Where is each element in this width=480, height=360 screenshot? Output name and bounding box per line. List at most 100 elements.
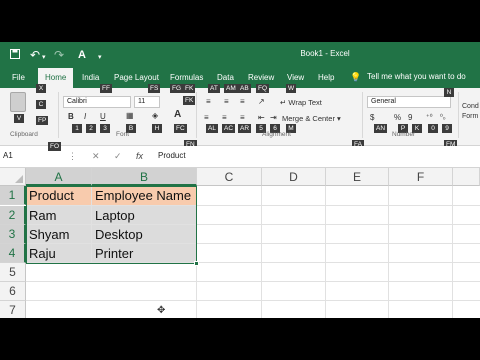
- paste-button[interactable]: [10, 92, 26, 112]
- keytip-italic: 2: [86, 124, 96, 133]
- row-header-1[interactable]: 1: [0, 186, 26, 205]
- cell-b2[interactable]: Laptop: [92, 206, 197, 225]
- align-middle-icon[interactable]: ≡: [224, 97, 229, 107]
- worksheet-grid: A B C D E F 1 2 3 4 5 6 7 Product Employ…: [0, 168, 480, 318]
- orientation-icon[interactable]: ↗: [258, 97, 265, 107]
- keytip-align-left: AL: [206, 124, 218, 133]
- percent-button[interactable]: %: [394, 113, 401, 123]
- decrease-decimal-icon[interactable]: ⁰₀: [440, 113, 446, 123]
- tab-data[interactable]: Data: [217, 72, 234, 84]
- excel-window: ↶ ▾ ↷ A ▾ Book1 - Excel File Home India …: [0, 42, 480, 318]
- cell-b1[interactable]: Employee Name: [92, 186, 197, 206]
- fill-color-icon[interactable]: ◈: [152, 111, 158, 121]
- cell-b4[interactable]: Printer: [92, 244, 197, 263]
- row-header-4[interactable]: 4: [0, 244, 26, 263]
- keytip-shrink-font: FK: [183, 84, 196, 93]
- conditional-formatting-button[interactable]: Cond Form: [462, 102, 480, 122]
- row-header-3[interactable]: 3: [0, 225, 26, 244]
- keytip-increase-decimal: 0: [428, 124, 438, 133]
- underline-button[interactable]: U: [100, 112, 106, 122]
- column-header-f[interactable]: F: [389, 168, 453, 186]
- keytip-grow-font-2: FK: [183, 96, 196, 105]
- keytip-number-format: N: [444, 88, 454, 97]
- font-name-dropdown[interactable]: Calibri: [63, 96, 131, 108]
- insert-function-icon[interactable]: fx: [136, 151, 143, 161]
- group-label-font: Font: [116, 131, 130, 138]
- tab-formulas[interactable]: Formulas: [170, 72, 203, 84]
- column-header-a[interactable]: A: [26, 168, 92, 186]
- keytip-fill: H: [152, 124, 162, 133]
- wrap-text-label: Wrap Text: [288, 98, 322, 107]
- keytip-decrease-decimal: 9: [442, 124, 452, 133]
- title-bar: ↶ ▾ ↷ A ▾ Book1 - Excel: [0, 42, 480, 68]
- row-header-6[interactable]: 6: [0, 282, 26, 301]
- font-color-button-icon[interactable]: A: [174, 110, 181, 120]
- font-size-dropdown[interactable]: 11: [134, 96, 160, 108]
- column-header-b[interactable]: B: [92, 168, 197, 186]
- tab-view[interactable]: View: [287, 72, 304, 84]
- align-bottom-icon[interactable]: ≡: [240, 97, 245, 107]
- tab-insert[interactable]: India: [82, 72, 99, 84]
- italic-button[interactable]: I: [84, 112, 86, 122]
- column-header-e[interactable]: E: [326, 168, 389, 186]
- keytip-font-color: FC: [174, 124, 187, 133]
- cursor-icon: ✥: [157, 305, 166, 316]
- keytip-orientation: FQ: [256, 84, 270, 93]
- align-center-icon[interactable]: ≡: [222, 113, 227, 123]
- keytip-underline: 3: [100, 124, 110, 133]
- keytip-font-name: FF: [100, 84, 112, 93]
- name-box[interactable]: A1: [3, 151, 55, 163]
- cell-a4[interactable]: Raju: [26, 244, 92, 263]
- number-format-dropdown[interactable]: General: [367, 96, 451, 108]
- column-header-g[interactable]: [453, 168, 480, 186]
- keytip-align-center: AC: [222, 124, 236, 133]
- comma-button[interactable]: 9: [408, 113, 412, 123]
- lightbulb-icon: 💡: [350, 72, 362, 82]
- more-options-icon: ⋮: [68, 151, 77, 161]
- column-header-c[interactable]: C: [197, 168, 262, 186]
- bold-button[interactable]: B: [68, 112, 74, 122]
- keytip-align-top: AT: [208, 84, 220, 93]
- enter-icon[interactable]: ✓: [114, 151, 122, 162]
- tab-review[interactable]: Review: [248, 72, 274, 84]
- wrap-text-button[interactable]: ↵ Wrap Text: [280, 98, 322, 108]
- keytip-paste: V: [14, 114, 24, 123]
- group-label-clipboard: Clipboard: [10, 131, 38, 138]
- cell-a3[interactable]: Shyam: [26, 225, 92, 244]
- align-left-icon[interactable]: ≡: [204, 113, 209, 123]
- column-header-d[interactable]: D: [262, 168, 326, 186]
- merge-center-button[interactable]: Merge & Center ▾: [282, 114, 341, 124]
- fill-handle[interactable]: [194, 261, 199, 266]
- increase-decimal-icon[interactable]: ⁺⁰: [426, 113, 433, 123]
- row-header-5[interactable]: 5: [0, 263, 26, 282]
- keytip-align-bottom: AB: [238, 84, 251, 93]
- merge-center-label: Merge & Center: [282, 114, 335, 123]
- formula-bar: FO A1 ⋮ ✕ ✓ fx Product: [0, 142, 480, 168]
- keytip-wrap: W: [286, 84, 297, 93]
- align-top-icon[interactable]: ≡: [206, 97, 211, 107]
- keytip-bold: 1: [72, 124, 82, 133]
- formula-input[interactable]: Product: [158, 151, 186, 160]
- border-icon[interactable]: ▦: [126, 111, 134, 121]
- window-title: Book1 - Excel: [300, 49, 350, 58]
- currency-button[interactable]: $: [370, 113, 374, 123]
- row-header-7[interactable]: 7: [0, 301, 26, 318]
- tab-help[interactable]: Help: [318, 72, 334, 84]
- cancel-icon[interactable]: ✕: [92, 151, 100, 162]
- cell-b3[interactable]: Desktop: [92, 225, 197, 244]
- cell-a2[interactable]: Ram: [26, 206, 92, 225]
- increase-indent-icon[interactable]: ⇥: [270, 113, 277, 123]
- cell-a1[interactable]: Product: [26, 186, 92, 206]
- select-all-button[interactable]: [0, 168, 26, 186]
- row-header-2[interactable]: 2: [0, 206, 26, 225]
- keytip-clipboard-launcher: FO: [48, 142, 62, 151]
- keytip-grow-font: FG: [170, 84, 184, 93]
- align-right-icon[interactable]: ≡: [240, 113, 245, 123]
- tab-page-layout[interactable]: Page Layout: [114, 72, 159, 84]
- decrease-indent-icon[interactable]: ⇤: [258, 113, 265, 123]
- tell-me-box[interactable]: Tell me what you want to do: [367, 72, 466, 81]
- tab-file[interactable]: File: [12, 72, 25, 84]
- keytip-accounting: AN: [374, 124, 388, 133]
- ribbon-home: X C V FP Clipboard Calibri 11 FF FS FG F…: [0, 84, 480, 149]
- keytip-format-painter: FP: [36, 116, 49, 125]
